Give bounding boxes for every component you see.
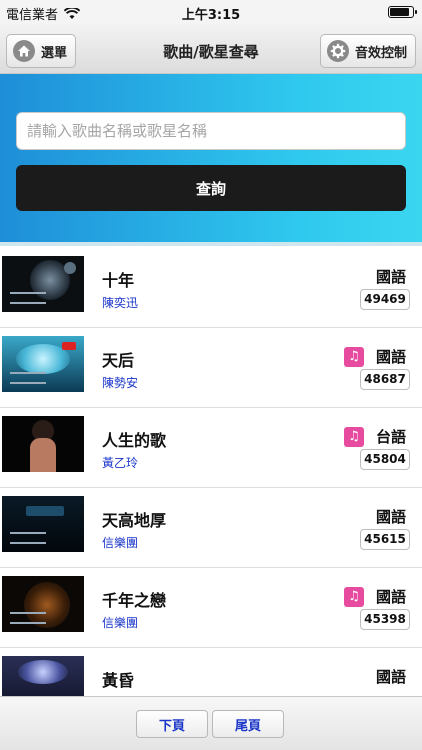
song-thumbnail (2, 336, 84, 392)
song-thumbnail (2, 496, 84, 552)
music-note-icon: ♫ (344, 427, 364, 447)
music-note-icon: ♫ (344, 587, 364, 607)
song-title: 天后 (102, 351, 135, 370)
song-row[interactable]: 天高地厚 信樂團 國語 45615 (0, 488, 422, 568)
song-thumbnail (2, 256, 84, 312)
last-page-button[interactable]: 尾頁 (212, 710, 284, 738)
song-row[interactable]: 黃昏 國語 (0, 648, 422, 696)
song-number: 45804 (360, 449, 410, 470)
song-artist[interactable]: 信樂團 (102, 614, 138, 631)
next-page-button[interactable]: 下頁 (136, 710, 208, 738)
song-row[interactable]: 天后 陳勢安 ♫ 國語 48687 (0, 328, 422, 408)
search-input[interactable] (16, 112, 406, 150)
music-note-icon: ♫ (344, 347, 364, 367)
search-button[interactable]: 查詢 (16, 165, 406, 211)
nav-bar: 選單 歌曲/歌星查尋 音效控制 (0, 24, 422, 74)
song-row[interactable]: 人生的歌 黃乙玲 ♫ 台語 45804 (0, 408, 422, 488)
sound-effects-label: 音效控制 (354, 45, 407, 61)
song-thumbnail (2, 656, 84, 696)
song-title: 天高地厚 (102, 511, 167, 530)
search-panel: 查詢 (0, 74, 422, 246)
song-list[interactable]: 十年 陳奕迅 國語 49469 天后 陳勢安 ♫ 國語 48687 人生的歌 黃… (0, 248, 422, 696)
song-number: 49469 (360, 289, 410, 310)
song-artist[interactable]: 陳勢安 (102, 374, 138, 391)
song-language: 國語 (375, 268, 406, 286)
gear-icon (326, 40, 349, 62)
song-row[interactable]: 千年之戀 信樂團 ♫ 國語 45398 (0, 568, 422, 648)
song-number: 48687 (360, 369, 410, 390)
song-thumbnail (2, 576, 84, 632)
status-time: 上午3:15 (181, 8, 241, 23)
song-language: 國語 (375, 668, 406, 686)
song-artist[interactable]: 信樂團 (102, 534, 138, 551)
battery-icon (388, 6, 417, 18)
song-artist[interactable]: 黃乙玲 (102, 454, 138, 471)
song-number: 45398 (360, 609, 410, 630)
song-title: 十年 (102, 271, 135, 290)
song-language: 國語 (375, 348, 406, 366)
song-artist[interactable]: 陳奕迅 (102, 294, 138, 311)
song-title: 人生的歌 (102, 431, 167, 450)
song-thumbnail (2, 416, 84, 472)
sound-effects-button[interactable]: 音效控制 (319, 34, 416, 68)
song-row[interactable]: 十年 陳奕迅 國語 49469 (0, 248, 422, 328)
song-title: 千年之戀 (102, 591, 167, 610)
song-language: 台語 (375, 428, 406, 446)
song-language: 國語 (375, 508, 406, 526)
song-number: 45615 (360, 529, 410, 550)
song-language: 國語 (375, 588, 406, 606)
pagination-toolbar: 下頁 尾頁 (0, 696, 422, 750)
status-bar: 電信業者 上午3:15 (0, 0, 422, 24)
song-title: 黃昏 (102, 671, 135, 690)
